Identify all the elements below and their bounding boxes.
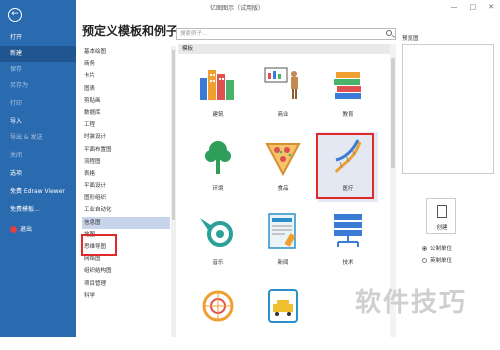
backstage-item-label: 导出 & 发送 [10, 134, 43, 141]
backstage-item-label: 另存为 [10, 82, 29, 89]
category-item[interactable]: 剪贴画 [82, 95, 170, 107]
tile-label: 技术 [342, 260, 354, 266]
backstage-item[interactable]: 打印 [0, 96, 76, 112]
template-music[interactable]: 音乐 [188, 206, 248, 276]
exit-icon [10, 226, 17, 233]
template-environment[interactable]: 环境 [188, 132, 248, 202]
backstage-item[interactable]: 导出 & 发送 [0, 130, 76, 146]
search-input[interactable]: 搜索例子... [176, 28, 396, 40]
tile-label: 商业 [277, 112, 289, 118]
document-icon [437, 205, 447, 218]
template-transport[interactable] [253, 280, 313, 350]
category-item[interactable]: 流程图 [82, 156, 170, 168]
window-controls: — □ ✕ [451, 3, 495, 11]
category-item[interactable]: 科学 [82, 290, 170, 302]
category-item[interactable]: 数据库 [82, 107, 170, 119]
imperial-units-radio[interactable]: 英制单位 [422, 256, 452, 264]
page-title: 预定义模板和例子 [82, 24, 179, 38]
radio-on-icon [422, 246, 427, 251]
tile-label: 教育 [342, 112, 354, 118]
category-item[interactable]: 表格 [82, 168, 170, 180]
highlight-template [316, 133, 374, 199]
backstage-item-label: 新建 [10, 50, 23, 57]
horn-icon [200, 218, 233, 247]
backstage-sidebar: ← 打开新建保存另存为打印导入导出 & 发送 关闭选项免费 Edraw Viewe… [0, 0, 76, 337]
tile-label: 环境 [212, 186, 224, 192]
backstage-item[interactable]: 保存 [0, 62, 76, 78]
category-item[interactable]: 图表 [82, 83, 170, 95]
backstage-item-label: 选项 [10, 170, 23, 177]
backstage-item[interactable]: 关闭 [0, 148, 76, 164]
backstage-item-label: 关闭 [10, 152, 23, 159]
tile-label: 新闻 [277, 260, 289, 266]
preview-label: 预览图 [402, 36, 419, 42]
template-business[interactable]: 商业 [253, 58, 313, 128]
maximize-button[interactable]: □ [470, 3, 477, 11]
backstage-item[interactable]: 免费 Edraw Viewer [0, 184, 76, 200]
search-icon[interactable] [386, 30, 392, 36]
category-item[interactable]: 组织结构图 [82, 265, 170, 277]
backstage-item[interactable]: 免费模板... [0, 202, 76, 218]
newspaper-icon [268, 213, 296, 249]
tile-label: 建筑 [212, 112, 224, 118]
category-item[interactable]: 图形组织 [82, 192, 170, 204]
category-list: 基本绘图 商务 卡片 图表 剪贴画 数据库 工程 时装设计 平面布置图 流程图 表格 平面设计 图形组织… [82, 46, 170, 337]
backstage-item[interactable]: 另存为 [0, 78, 76, 94]
taxi-icon [268, 289, 298, 323]
category-item[interactable]: 工程 [82, 119, 170, 131]
search-placeholder: 搜索例子... [180, 31, 208, 37]
backstage-item-label: 免费 Edraw Viewer [10, 188, 65, 195]
backstage-item[interactable]: 退出 [0, 222, 76, 238]
window-title: 亿图图示（试用版） [210, 5, 265, 12]
highlight-category [81, 234, 117, 256]
backstage-item[interactable]: 打开 [0, 30, 76, 46]
imperial-units-label: 英制单位 [430, 258, 453, 264]
template-architecture[interactable]: 建筑 [188, 58, 248, 128]
category-item[interactable]: 基本绘图 [82, 46, 170, 58]
template-ferris-wheel[interactable] [188, 280, 248, 350]
category-item[interactable]: 项目管理 [82, 278, 170, 290]
backstage-item[interactable]: 导入 [0, 114, 76, 130]
back-arrow-icon[interactable]: ← [8, 8, 22, 22]
category-item[interactable]: 信息图 [82, 216, 170, 229]
template-technology[interactable]: 技术 [318, 206, 378, 276]
template-food[interactable]: 食品 [253, 132, 313, 202]
template-header: 模板 [178, 44, 390, 54]
preview-pane [402, 44, 494, 174]
category-scrollbar[interactable] [171, 46, 176, 337]
pizza-icon [265, 143, 301, 176]
category-item[interactable]: 平面布置图 [82, 144, 170, 156]
close-button[interactable]: ✕ [488, 3, 494, 11]
create-label: 创建 [436, 225, 448, 231]
metric-units-label: 公制单位 [430, 246, 453, 252]
tile-label: 食品 [277, 186, 289, 192]
category-item[interactable]: 商务 [82, 58, 170, 70]
template-education[interactable]: 教育 [318, 58, 378, 128]
backstage-item-label: 导入 [10, 118, 23, 125]
backstage-item[interactable]: 新建 [0, 46, 76, 62]
server-icon [334, 214, 362, 247]
backstage-item[interactable]: 选项 [0, 166, 76, 182]
ferris-wheel-icon [202, 290, 234, 322]
create-button[interactable]: 创建 [426, 198, 456, 234]
template-news[interactable]: 新闻 [253, 206, 313, 276]
tree-icon [205, 141, 231, 174]
minimize-button[interactable]: — [451, 3, 458, 11]
backstage-item-label: 打开 [10, 34, 23, 41]
books-icon [334, 72, 361, 99]
category-item[interactable]: 工业自动化 [82, 204, 170, 216]
category-item[interactable]: 平面设计 [82, 180, 170, 192]
buildings-icon [200, 70, 234, 100]
presentation-icon [264, 67, 298, 99]
category-item[interactable]: 时装设计 [82, 131, 170, 143]
metric-units-radio[interactable]: 公制单位 [422, 244, 452, 252]
backstage-item-label: 打印 [10, 100, 23, 107]
backstage-item-label: 保存 [10, 66, 23, 73]
watermark: 软件技巧 [355, 288, 468, 318]
backstage-item-label: 免费模板... [10, 206, 40, 213]
backstage-item-label: 退出 [20, 226, 33, 233]
radio-off-icon [422, 258, 427, 263]
category-item[interactable]: 卡片 [82, 70, 170, 82]
tile-label: 音乐 [212, 260, 224, 266]
